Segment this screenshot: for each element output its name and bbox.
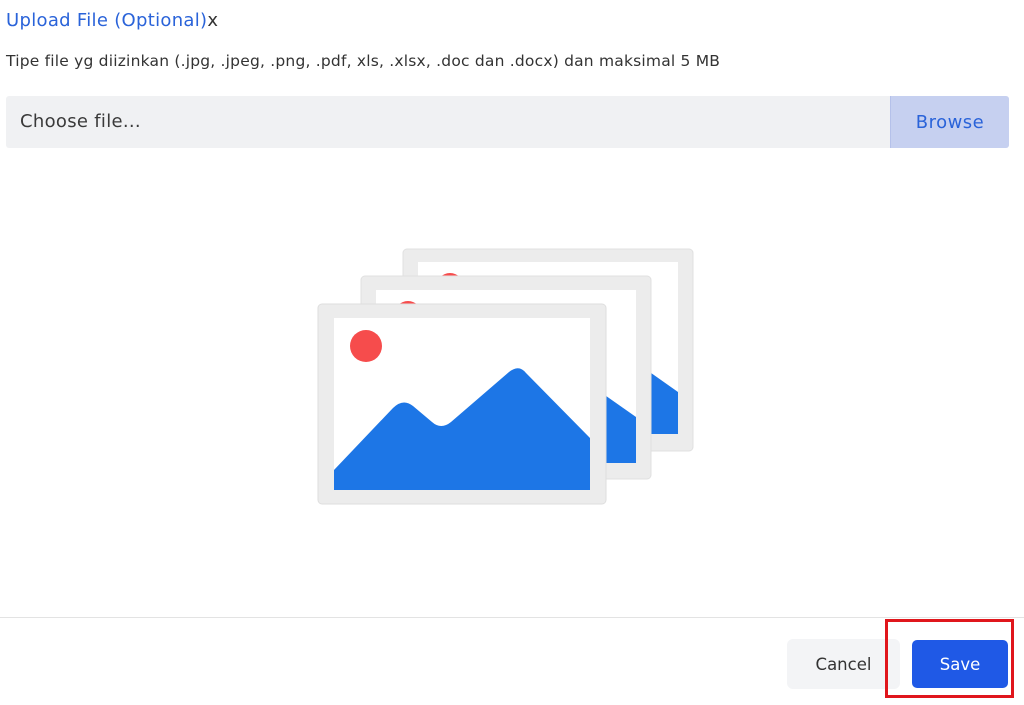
save-button[interactable]: Save <box>912 640 1008 688</box>
browse-button[interactable]: Browse <box>890 96 1009 148</box>
close-mark[interactable]: x <box>207 10 218 31</box>
file-input-placeholder: Choose file... <box>20 111 141 132</box>
allowed-file-types-hint: Tipe file yg diizinkan (.jpg, .jpeg, .pn… <box>6 52 721 70</box>
front-image-frame <box>317 303 607 505</box>
cancel-button[interactable]: Cancel <box>787 639 900 689</box>
image-stack-icon <box>317 248 694 505</box>
upload-file-label: Upload File (Optional) <box>6 10 208 31</box>
footer-divider <box>0 617 1024 618</box>
upload-file-title: Upload File (Optional)x <box>6 10 218 31</box>
file-input[interactable]: Choose file... Browse <box>6 96 1009 148</box>
